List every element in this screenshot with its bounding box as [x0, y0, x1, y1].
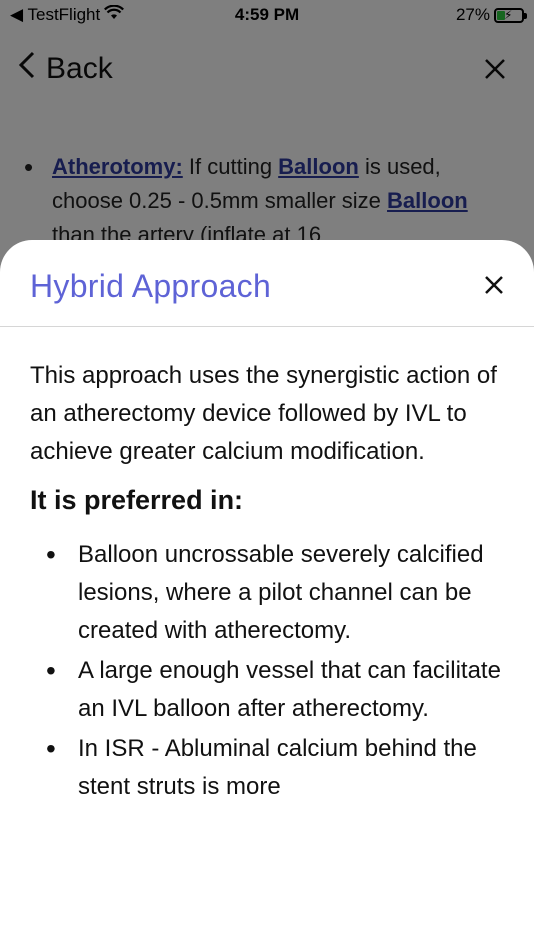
list-item-text: In ISR - Abluminal calcium behind the st… — [78, 735, 477, 800]
list-item-text: A large enough vessel that can facilitat… — [78, 657, 501, 722]
sheet-title: Hybrid Approach — [30, 268, 272, 304]
bullet-icon: • — [46, 539, 56, 570]
list-item: • Balloon uncrossable severely calcified … — [30, 536, 504, 650]
preferred-list: • Balloon uncrossable severely calcified … — [30, 536, 504, 806]
intro-text: This approach uses the synergistic actio… — [30, 362, 497, 465]
sheet-body: This approach uses the synergistic actio… — [0, 327, 534, 806]
hybrid-approach-sheet: Hybrid Approach This approach uses the s… — [0, 240, 534, 950]
bullet-icon: • — [46, 655, 56, 686]
list-item: • In ISR - Abluminal calcium behind the s… — [30, 730, 504, 806]
sub-heading: It is preferred in: — [30, 485, 244, 515]
list-item-text: Balloon uncrossable severely calcified l… — [78, 541, 484, 644]
list-item: • A large enough vessel that can facilita… — [30, 652, 504, 728]
close-icon[interactable] — [484, 270, 504, 302]
sheet-header: Hybrid Approach — [0, 240, 534, 327]
bullet-icon: • — [46, 733, 56, 764]
